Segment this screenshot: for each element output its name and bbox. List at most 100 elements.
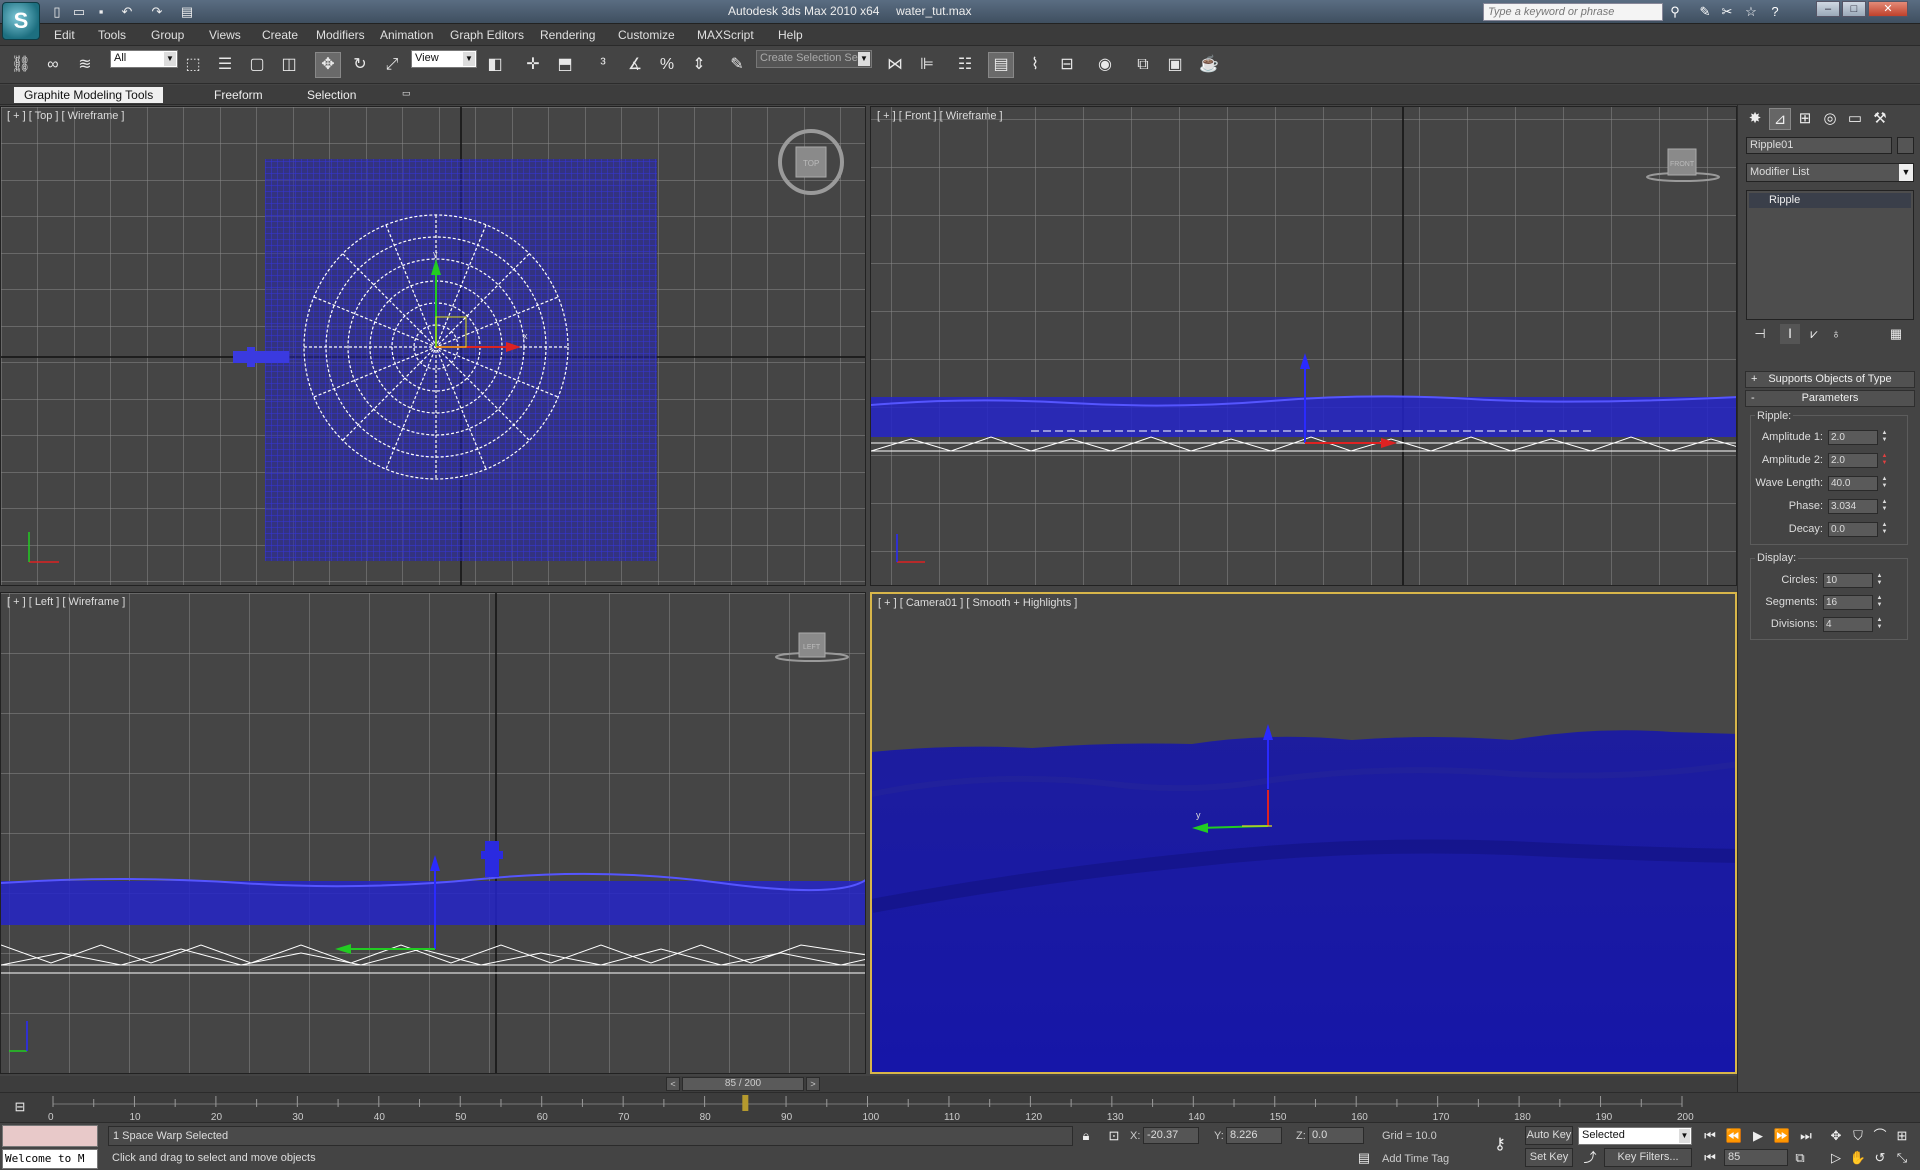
viewport-front[interactable]: [ + ] [ Front ] [ Wireframe ] FRONT [870,106,1737,586]
display-tab-icon[interactable]: ▭ [1844,108,1866,130]
maximize-button[interactable]: □ [1842,1,1866,17]
configure-modifier-sets-icon[interactable]: ▦ [1886,324,1906,344]
render-setup-icon[interactable]: ⧉ [1130,52,1156,78]
amplitude2-spinner[interactable]: ▲ ▼ [1880,453,1889,468]
motion-tab-icon[interactable]: ◎ [1819,108,1841,130]
edit-named-selection-icon[interactable]: ✎ [724,52,750,78]
select-and-manipulate-icon[interactable]: ✛ [520,52,546,78]
menu-modifiers[interactable]: Modifiers [316,28,365,42]
time-configuration-icon[interactable]: ⧉ [1790,1148,1810,1168]
play-icon[interactable]: ▶ [1748,1126,1768,1146]
select-and-scale-icon[interactable]: ⤢ [379,52,405,78]
select-and-link-icon[interactable]: ⛓ [8,52,34,78]
zoom-icon[interactable]: ✥ [1826,1126,1846,1146]
add-time-tag[interactable]: Add Time Tag [1382,1153,1449,1165]
save-icon[interactable]: ▪ [92,3,110,20]
tab-freeform[interactable]: Freeform [204,87,273,103]
decay-field[interactable]: 0.0 [1828,522,1878,537]
maxscript-listener-pane[interactable] [2,1125,98,1147]
zoom-all-icon[interactable]: ⛉ [1848,1126,1868,1146]
modifier-list-dropdown[interactable]: Modifier List ▼ [1746,163,1914,182]
utilities-tab-icon[interactable]: ⚒ [1869,108,1891,130]
water-plane-mesh[interactable] [1,881,866,925]
selection-filter-dropdown[interactable]: All ▼ [110,50,178,68]
key-mode-dropdown[interactable]: Selected ▼ [1578,1127,1692,1145]
project-folder-icon[interactable]: ▤ [178,3,196,20]
selection-lock-icon[interactable]: 🔒︎ [1076,1126,1096,1146]
viewport-camera[interactable]: [ + ] [ Camera01 ] [ Smooth + Highlights… [870,592,1737,1074]
field-of-view-icon[interactable]: ▷ [1826,1148,1846,1168]
unlink-selection-icon[interactable]: ∞ [40,52,66,78]
wave-length-field[interactable]: 40.0 [1828,476,1878,491]
close-button[interactable]: ✕ [1868,1,1908,17]
viewport-top[interactable]: [ + ] [ Top ] [ Wireframe ] x y TOP [0,106,866,586]
align-icon[interactable]: ⊫ [914,52,940,78]
graphite-toggle-icon[interactable]: ▤ [988,52,1014,78]
top-viewport-canvas[interactable]: x y TOP [1,107,866,586]
bind-to-space-warp-icon[interactable]: ≋ [72,52,98,78]
minimize-button[interactable]: – [1816,1,1840,17]
favorites-icon[interactable]: ☆ [1742,3,1760,21]
use-pivot-center-icon[interactable]: ◧ [482,52,508,78]
application-button[interactable]: S [2,2,40,40]
object-color-swatch[interactable] [1897,137,1914,154]
amplitude2-field[interactable]: 2.0 [1828,453,1878,468]
track-bar-ruler[interactable]: 0 10 20 30 40 50 60 70 80 90 100 110 120 130 140 150 160… [40,1093,1730,1123]
viewport-label[interactable]: [ + ] [ Top ] [ Wireframe ] [7,110,124,122]
show-end-result-icon[interactable]: Ⅰ [1780,324,1800,344]
divisions-field[interactable]: 4 [1823,617,1873,632]
rollout-supports-objects[interactable]: + Supports Objects of Type [1745,371,1915,388]
maxscript-mini-listener[interactable]: Welcome to M [2,1149,98,1169]
menu-rendering[interactable]: Rendering [540,28,595,42]
segments-field[interactable]: 16 [1823,595,1873,610]
mini-curve-editor-icon[interactable]: ⊟ [10,1097,30,1117]
rectangular-selection-icon[interactable]: ▢ [244,52,270,78]
key-icon[interactable]: ⚷ [1490,1135,1510,1155]
create-tab-icon[interactable]: ✸ [1744,108,1766,130]
redo-icon[interactable]: ↷ [148,3,166,20]
menu-graph-editors[interactable]: Graph Editors [450,28,524,42]
time-slider-thumb[interactable]: 85 / 200 [682,1077,804,1091]
camera-viewport-canvas[interactable]: y [872,594,1737,1074]
left-viewport-canvas[interactable]: LEFT [1,593,866,1074]
amplitude1-field[interactable]: 2.0 [1828,430,1878,445]
window-crossing-icon[interactable]: ◫ [276,52,302,78]
viewport-label[interactable]: [ + ] [ Front ] [ Wireframe ] [877,110,1003,122]
current-frame-marker[interactable] [742,1095,749,1111]
menu-group[interactable]: Group [151,28,184,42]
orbit-icon[interactable]: ↺ [1870,1148,1890,1168]
ribbon-options-icon[interactable]: ▭ [392,87,421,103]
current-frame-field[interactable]: 85 [1724,1149,1788,1166]
amplitude1-spinner[interactable]: ▲ ▼ [1880,430,1889,445]
key-filters-button[interactable]: Key Filters... [1604,1148,1692,1167]
material-editor-icon[interactable]: ◉ [1092,52,1118,78]
new-file-icon[interactable]: ▯ [48,3,66,20]
phase-field[interactable]: 3.034 [1828,499,1878,514]
search-input[interactable]: Type a keyword or phrase [1483,3,1663,21]
divisions-spinner[interactable]: ▲ ▼ [1875,617,1884,632]
viewport-left[interactable]: [ + ] [ Left ] [ Wireframe ] LEFT [0,592,866,1074]
previous-frame-icon[interactable]: ⏪ [1724,1126,1744,1146]
layer-manager-icon[interactable]: ☷ [952,52,978,78]
undo-icon[interactable]: ↶ [118,3,136,20]
decay-spinner[interactable]: ▲ ▼ [1880,522,1889,537]
reference-coordinate-dropdown[interactable]: View ▼ [411,50,477,68]
circles-spinner[interactable]: ▲ ▼ [1875,573,1884,588]
menu-edit[interactable]: Edit [54,28,75,42]
open-file-icon[interactable]: ▭ [70,3,88,20]
curve-editor-icon[interactable]: ⌇ [1022,52,1048,78]
z-coordinate-field[interactable]: 0.0 [1308,1127,1364,1144]
render-teapot-icon[interactable]: ☕ [1196,52,1222,78]
make-unique-icon[interactable]: ⩗ [1804,324,1824,344]
zoom-extents-icon[interactable]: ⌒ [1870,1126,1890,1146]
communication-center-icon[interactable]: ✂ [1718,3,1736,21]
menu-tools[interactable]: Tools [98,28,126,42]
absolute-mode-transform-icon[interactable]: ⊡ [1104,1126,1124,1146]
set-keys-icon[interactable]: ⤴ [1580,1148,1600,1168]
help-icon[interactable]: ? [1766,3,1784,21]
track-bar[interactable]: ⊟ 0 10 20 30 40 50 60 70 80 90 100 110 120 130 140 150 1… [0,1092,1920,1123]
modify-tab-icon[interactable]: ⊿ [1769,108,1791,130]
time-slider-prev[interactable]: < [666,1077,680,1091]
mirror-icon[interactable]: ⋈ [882,52,908,78]
time-tag-icon[interactable]: ▤ [1354,1148,1374,1168]
